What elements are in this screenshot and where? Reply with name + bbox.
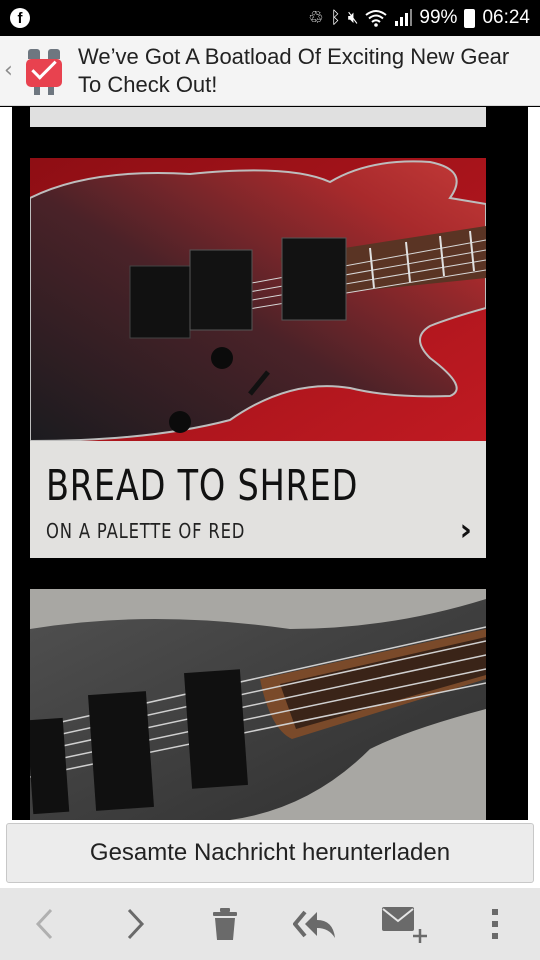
battery-percent: 99% <box>419 7 458 28</box>
email-header: ‹ We’ve Got A Boatload Of Exciting New G… <box>0 36 540 106</box>
signal-icon <box>395 9 413 26</box>
previous-card-bottom <box>30 107 486 127</box>
mute-icon: 🔇︎ <box>347 8 359 28</box>
clock: 06:24 <box>482 7 530 28</box>
feature-subtitle: ON A PALETTE OF RED <box>46 519 246 543</box>
email-body[interactable]: BREAD TO SHRED ON A PALETTE OF RED › <box>0 107 540 820</box>
wifi-icon <box>365 10 388 27</box>
bluetooth-icon: ᛒ <box>330 8 341 28</box>
delete-icon[interactable] <box>190 894 260 954</box>
facebook-icon: f <box>10 8 30 28</box>
sync-icon: ♲ <box>308 8 324 28</box>
battery-icon <box>464 8 476 28</box>
feature-title: BREAD TO SHRED <box>46 461 359 511</box>
email-subject: We’ve Got A Boatload Of Exciting New Gea… <box>78 43 510 97</box>
download-full-message-button[interactable]: Gesamte Nachricht herunterladen <box>6 823 534 883</box>
previous-icon[interactable] <box>10 894 80 954</box>
feature-card[interactable]: BREAD TO SHRED ON A PALETTE OF RED › <box>30 441 486 558</box>
next-icon[interactable] <box>100 894 170 954</box>
more-icon[interactable] <box>460 894 530 954</box>
red-electric-guitar-photo[interactable] <box>30 158 486 441</box>
reply-all-icon[interactable] <box>280 894 350 954</box>
compose-icon[interactable] <box>370 894 440 954</box>
bottom-toolbar <box>0 888 540 960</box>
chevron-right-icon[interactable]: › <box>460 513 472 548</box>
status-bar: f ♲ ᛒ 🔇︎ 99% 06:24 <box>0 0 540 36</box>
mail-app-icon[interactable] <box>22 47 66 95</box>
chevron-left-icon[interactable]: ‹ <box>4 58 18 83</box>
grey-bass-guitar-photo[interactable] <box>30 589 486 820</box>
status-indicators: ♲ ᛒ 🔇︎ 99% 06:24 <box>308 7 530 29</box>
download-area: Gesamte Nachricht herunterladen <box>0 820 540 888</box>
